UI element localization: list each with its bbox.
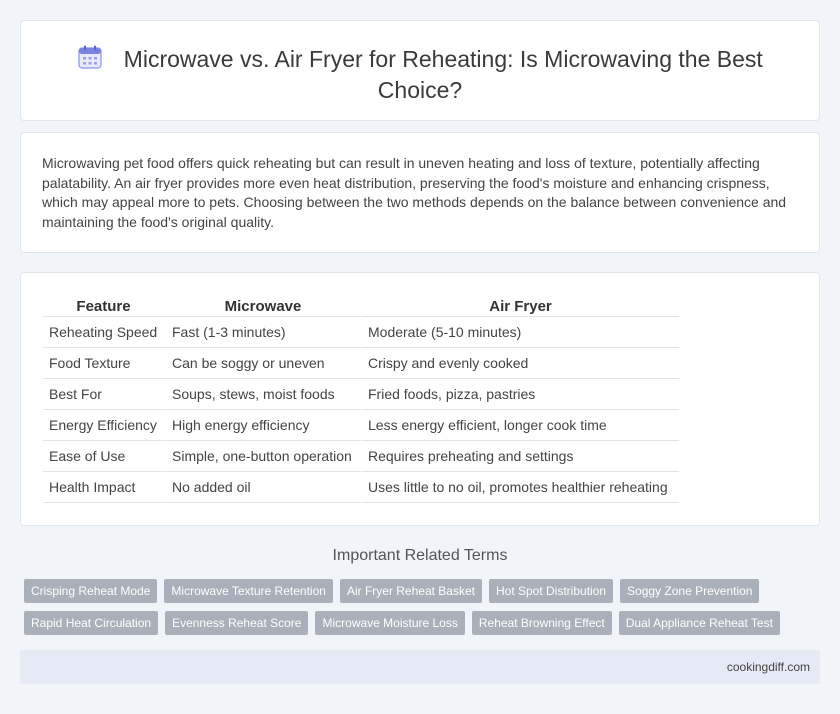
column-header-feature: Feature xyxy=(43,295,164,317)
tag-link[interactable]: Reheat Browning Effect xyxy=(471,611,612,635)
table-cell: Less energy efficient, longer cook time xyxy=(360,410,679,441)
column-header-microwave: Microwave xyxy=(164,295,360,317)
footer-bar: cookingdiff.com xyxy=(20,650,820,684)
table-cell: Simple, one-button operation xyxy=(164,441,360,472)
table-cell: High energy efficiency xyxy=(164,410,360,441)
table-cell: Fast (1-3 minutes) xyxy=(164,317,360,348)
table-cell: Crispy and evenly cooked xyxy=(360,348,679,379)
intro-paragraph: Microwaving pet food offers quick reheat… xyxy=(42,155,787,230)
title-card: Microwave vs. Air Fryer for Reheating: I… xyxy=(20,20,820,121)
related-terms-heading: Important Related Terms xyxy=(332,547,508,564)
table-cell: Energy Efficiency xyxy=(43,410,164,441)
table-cell: Requires preheating and settings xyxy=(360,441,679,472)
table-row: Energy Efficiency High energy efficiency… xyxy=(43,410,679,441)
tag-link[interactable]: Hot Spot Distribution xyxy=(488,579,614,603)
table-cell: Uses little to no oil, promotes healthie… xyxy=(360,472,679,503)
table-cell: Best For xyxy=(43,379,164,410)
comparison-table: Feature Microwave Air Fryer Reheating Sp… xyxy=(43,295,679,503)
intro-card: Microwaving pet food offers quick reheat… xyxy=(20,132,820,253)
related-terms-list: Crisping Reheat Mode Microwave Texture R… xyxy=(24,579,824,643)
tag-link[interactable]: Air Fryer Reheat Basket xyxy=(339,579,482,603)
table-cell: Reheating Speed xyxy=(43,317,164,348)
table-cell: Health Impact xyxy=(43,472,164,503)
table-row: Food Texture Can be soggy or uneven Cris… xyxy=(43,348,679,379)
tag-link[interactable]: Soggy Zone Prevention xyxy=(620,579,760,603)
tag-link[interactable]: Rapid Heat Circulation xyxy=(24,611,159,635)
table-row: Best For Soups, stews, moist foods Fried… xyxy=(43,379,679,410)
calendar-icon xyxy=(77,44,103,70)
tag-link[interactable]: Evenness Reheat Score xyxy=(165,611,309,635)
tag-row: Crisping Reheat Mode Microwave Texture R… xyxy=(24,579,824,603)
column-header-air-fryer: Air Fryer xyxy=(360,295,679,317)
table-cell: Food Texture xyxy=(43,348,164,379)
table-row: Ease of Use Simple, one-button operation… xyxy=(43,441,679,472)
footer-site-link[interactable]: cookingdiff.com xyxy=(727,660,810,674)
table-cell: Moderate (5-10 minutes) xyxy=(360,317,679,348)
table-cell: Soups, stews, moist foods xyxy=(164,379,360,410)
title-wrapper: Microwave vs. Air Fryer for Reheating: I… xyxy=(21,45,819,105)
comparison-card: Feature Microwave Air Fryer Reheating Sp… xyxy=(20,272,820,526)
table-row: Health Impact No added oil Uses little t… xyxy=(43,472,679,503)
tag-link[interactable]: Crisping Reheat Mode xyxy=(24,579,158,603)
tag-link[interactable]: Dual Appliance Reheat Test xyxy=(618,611,780,635)
table-row: Reheating Speed Fast (1-3 minutes) Moder… xyxy=(43,317,679,348)
page-title: Microwave vs. Air Fryer for Reheating: I… xyxy=(123,46,763,103)
table-cell: Fried foods, pizza, pastries xyxy=(360,379,679,410)
table-header-row: Feature Microwave Air Fryer xyxy=(43,295,679,317)
table-cell: No added oil xyxy=(164,472,360,503)
tag-link[interactable]: Microwave Moisture Loss xyxy=(315,611,465,635)
tag-link[interactable]: Microwave Texture Retention xyxy=(164,579,333,603)
tag-row: Rapid Heat Circulation Evenness Reheat S… xyxy=(24,611,824,635)
table-cell: Can be soggy or uneven xyxy=(164,348,360,379)
table-cell: Ease of Use xyxy=(43,441,164,472)
